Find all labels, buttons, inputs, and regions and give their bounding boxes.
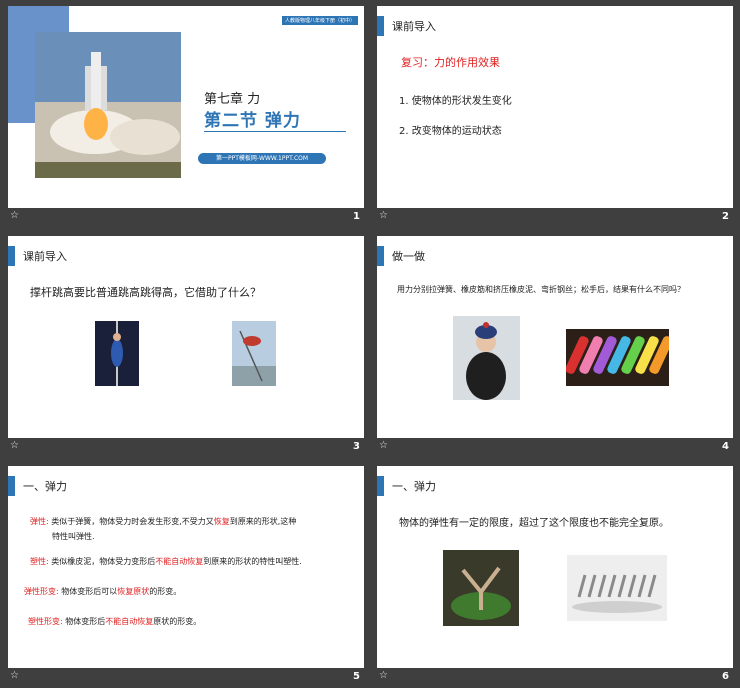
slide-header: 课前导入	[23, 250, 67, 263]
star-icon: ☆	[379, 440, 388, 451]
slide-header: 一、弹力	[392, 480, 436, 493]
definition-text: 到原来的形状,这种	[229, 517, 297, 526]
slingshot-photo	[443, 550, 519, 626]
highlight-text: 恢复	[213, 517, 230, 526]
slide-number: 6	[722, 671, 729, 682]
slide-header: 做一做	[392, 250, 425, 263]
definition-plastic-deformation: 塑性形变: 物体变形后不能自动恢复原状的形变。	[28, 616, 201, 627]
star-icon: ☆	[379, 670, 388, 681]
slide-header: 一、弹力	[23, 480, 67, 493]
term-label: 塑性形变:	[28, 617, 63, 626]
limit-text: 物体的弹性有一定的限度，超过了这个限度也不能完全复原。	[399, 518, 669, 529]
review-title: 复习：力的作用效果	[401, 56, 500, 69]
slide-1[interactable]: 人教版物理八年级下册（初中） 第七章 力 第二节 弹力 第一PPT模板网-WWW…	[8, 6, 364, 228]
title-underline	[204, 131, 346, 132]
section-title: 第二节 弹力	[204, 111, 301, 131]
slide-footer: ☆ 1	[8, 208, 364, 228]
definition-plasticity: 塑性: 类似橡皮泥，物体受力变形后不能自动恢复到原来的形状的特性叫塑性.	[30, 556, 302, 567]
highlight-text: 恢复原状	[117, 587, 150, 596]
definition-text: 原状的形变。	[153, 617, 202, 626]
question-text: 撑杆跳高要比普通跳高跳得高，它借助了什么？	[30, 286, 261, 299]
spring-photo	[567, 555, 667, 621]
pole-vault-photo	[95, 321, 139, 386]
pole-vault-photo	[232, 321, 276, 386]
slide-footer: ☆ 4	[377, 438, 733, 458]
header-accent	[377, 16, 384, 36]
activity-text: 用力分别拉弹簧、橡皮筋和挤压橡皮泥、弯折钢丝；松手后，结果有什么不同吗？	[397, 285, 685, 294]
slide-number: 4	[722, 441, 729, 452]
definition-text: 物体变形后可以	[61, 587, 118, 596]
slide-number: 5	[353, 671, 360, 682]
child-photo	[453, 316, 520, 400]
slide-number: 3	[353, 441, 360, 452]
list-item: 1. 使物体的形状发生变化	[399, 96, 512, 107]
slide-footer: ☆ 6	[377, 668, 733, 688]
term-label: 弹性:	[30, 517, 49, 526]
definition-text: 类似橡皮泥，物体受力变形后	[51, 557, 156, 566]
slide-footer: ☆ 3	[8, 438, 364, 458]
definition-text: 类似于弹簧，物体受力时会发生形变,不受力又	[51, 517, 214, 526]
header-accent	[8, 476, 15, 496]
definition-text: 到原来的形状的特性叫塑性.	[203, 557, 302, 566]
header-accent	[8, 246, 15, 266]
highlight-text: 不能自动恢复	[155, 557, 204, 566]
slide-footer: ☆ 2	[377, 208, 733, 228]
rubber-bands-photo	[566, 329, 669, 386]
star-icon: ☆	[379, 210, 388, 221]
rocket-launch-photo	[35, 32, 181, 178]
highlight-text: 不能自动恢复	[105, 617, 154, 626]
site-badge: 第一PPT模板网-WWW.1PPT.COM	[198, 153, 326, 164]
slide-3[interactable]: 课前导入 撑杆跳高要比普通跳高跳得高，它借助了什么？ ☆ 3	[8, 236, 364, 458]
definition-elastic-deformation: 弹性形变: 物体变形后可以恢复原状的形变。	[24, 586, 181, 597]
star-icon: ☆	[10, 670, 19, 681]
star-icon: ☆	[10, 440, 19, 451]
header-accent	[377, 476, 384, 496]
chapter-title: 第七章 力	[204, 92, 261, 107]
definition-text: 的形变。	[149, 587, 182, 596]
header-accent	[377, 246, 384, 266]
star-icon: ☆	[10, 210, 19, 221]
slide-6[interactable]: 一、弹力 物体的弹性有一定的限度，超过了这个限度也不能完全复原。 ☆ 6	[377, 466, 733, 688]
textbook-tag: 人教版物理八年级下册（初中）	[281, 16, 358, 25]
slide-5[interactable]: 一、弹力 弹性: 类似于弹簧，物体受力时会发生形变,不受力又恢复到原来的形状,这…	[8, 466, 364, 688]
definition-elasticity: 弹性: 类似于弹簧，物体受力时会发生形变,不受力又恢复到原来的形状,这种	[30, 516, 296, 527]
slide-number: 2	[722, 211, 729, 222]
slide-footer: ☆ 5	[8, 668, 364, 688]
term-label: 弹性形变:	[24, 587, 59, 596]
list-item: 2. 改变物体的运动状态	[399, 126, 502, 137]
slide-4[interactable]: 做一做 用力分别拉弹簧、橡皮筋和挤压橡皮泥、弯折钢丝；松手后，结果有什么不同吗？…	[377, 236, 733, 458]
term-label: 塑性:	[30, 557, 49, 566]
definition-continuation: 特性叫弹性.	[52, 532, 95, 541]
slide-number: 1	[353, 211, 360, 222]
definition-text: 物体变形后	[65, 617, 106, 626]
slide-header: 课前导入	[392, 20, 436, 33]
slide-2[interactable]: 课前导入 复习：力的作用效果 1. 使物体的形状发生变化 2. 改变物体的运动状…	[377, 6, 733, 228]
